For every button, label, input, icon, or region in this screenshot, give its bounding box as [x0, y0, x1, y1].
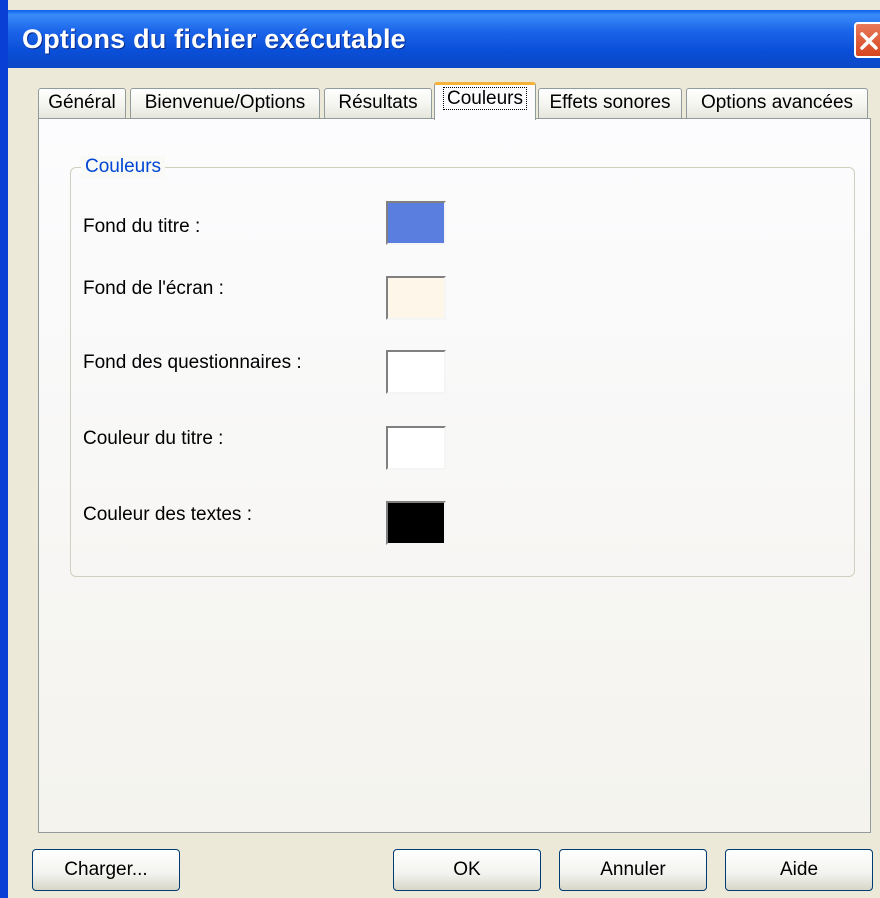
- tab-label: Résultats: [338, 92, 418, 113]
- tab-label: Bienvenue/Options: [144, 92, 306, 113]
- label-fond-de-l-ecran: Fond de l'écran :: [83, 278, 224, 299]
- tab-label: Couleurs: [442, 87, 528, 110]
- tab-label: Options avancées: [700, 92, 854, 113]
- label-fond-du-titre: Fond du titre :: [83, 216, 201, 237]
- tab-general[interactable]: Général: [38, 88, 126, 118]
- dialog-window: Options du fichier exécutable Général Bi…: [0, 0, 880, 898]
- groupbox-legend: Couleurs: [81, 156, 166, 178]
- colors-groupbox: Couleurs Fond du titre : Fond de l'écran…: [70, 156, 855, 577]
- label-fond-des-questionnaires: Fond des questionnaires :: [83, 352, 302, 373]
- tab-bienvenue-options[interactable]: Bienvenue/Options: [130, 88, 320, 118]
- tab-label: Général: [48, 92, 116, 113]
- tab-options-avancees[interactable]: Options avancées: [686, 88, 868, 118]
- tab-resultats[interactable]: Résultats: [324, 88, 432, 118]
- swatch-fond-des-questionnaires[interactable]: [386, 350, 446, 394]
- ok-button[interactable]: OK: [393, 849, 541, 891]
- swatch-couleur-des-textes[interactable]: [386, 501, 446, 545]
- help-button[interactable]: Aide: [725, 849, 873, 891]
- title-bar[interactable]: Options du fichier exécutable: [8, 10, 880, 68]
- close-button[interactable]: [854, 22, 880, 58]
- window-title: Options du fichier exécutable: [22, 24, 406, 54]
- tab-effets-sonores[interactable]: Effets sonores: [538, 88, 682, 118]
- swatch-couleur-du-titre[interactable]: [386, 426, 446, 470]
- label-couleur-du-titre: Couleur du titre :: [83, 428, 224, 449]
- tab-couleurs[interactable]: Couleurs: [434, 82, 536, 120]
- label-couleur-des-textes: Couleur des textes :: [83, 504, 252, 525]
- swatch-fond-de-l-ecran[interactable]: [386, 276, 446, 320]
- load-button[interactable]: Charger...: [32, 849, 180, 891]
- tab-label: Effets sonores: [549, 92, 671, 113]
- tab-panel-couleurs: Couleurs Fond du titre : Fond de l'écran…: [38, 118, 871, 833]
- close-icon: [860, 32, 878, 50]
- cancel-button[interactable]: Annuler: [559, 849, 707, 891]
- swatch-fond-du-titre[interactable]: [386, 201, 446, 245]
